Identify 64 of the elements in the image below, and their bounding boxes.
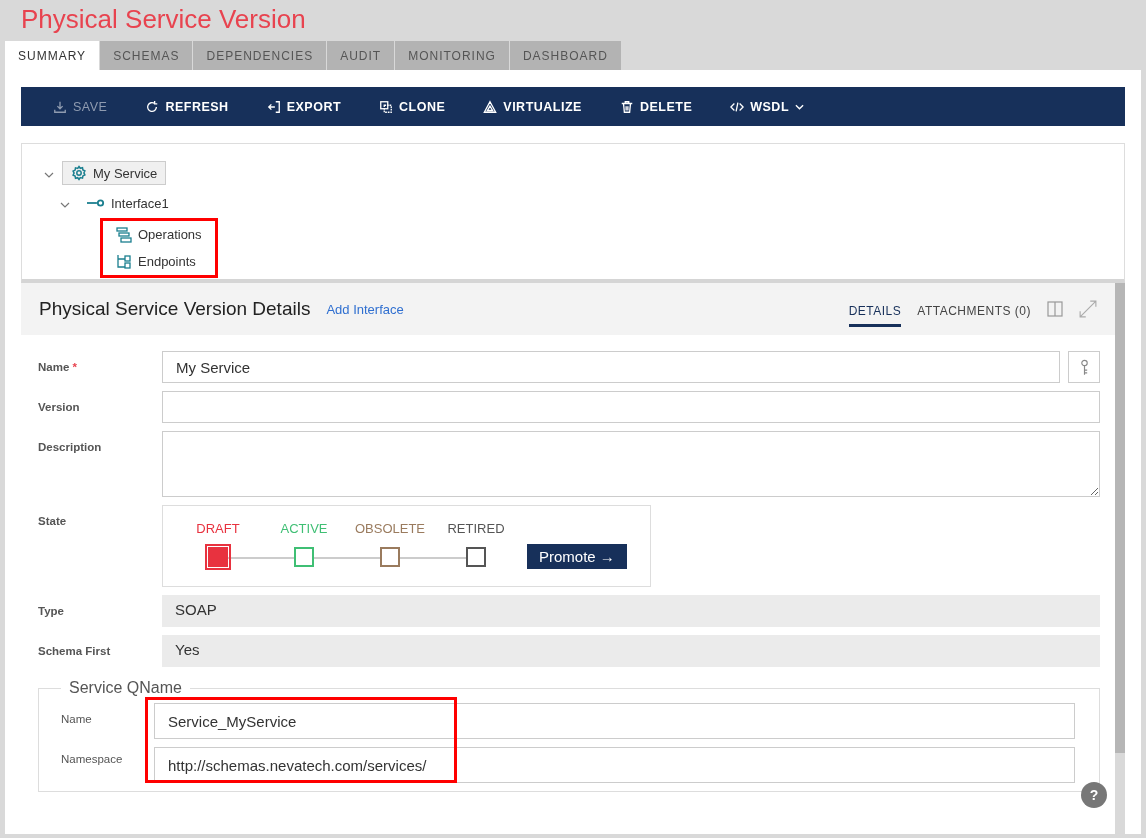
chevron-icon[interactable] [60,201,70,208]
field-label: State [38,515,67,527]
state-label: OBSOLETE [354,521,426,538]
tree-item[interactable]: My Service [62,161,167,185]
promote-button[interactable]: Promote → [527,544,627,569]
tree-item[interactable]: Operations [107,222,211,247]
text-area[interactable] [162,431,1100,497]
gear-icon [71,165,87,181]
tree-item[interactable]: Endpoints [107,249,205,274]
text-field[interactable] [162,391,1100,423]
field-label: Namespace [61,752,124,767]
field-label: Name [38,361,70,373]
text-field[interactable]: My Service [162,351,1060,383]
details-title: Physical Service Version Details [39,298,311,320]
state-label: RETIRED [447,521,505,538]
field-label: Name [61,712,93,727]
state-label: DRAFT [196,521,240,538]
toolbar-button[interactable]: WSDL [730,99,805,114]
field-label: Schema First [38,645,111,657]
field-label: Type [38,605,64,617]
details-tab[interactable]: ATTACHMENTS (0) [917,291,1031,327]
split-view-icon[interactable] [1047,301,1063,317]
readonly-field: Yes [162,635,1100,667]
tab[interactable]: DEPENDENCIES [193,41,327,70]
tab[interactable]: DASHBOARD [509,41,621,70]
triangle-icon [483,99,498,114]
tab[interactable]: SUMMARY [5,41,100,70]
hierarchy-icon [116,253,132,270]
toolbar-button[interactable]: DELETE [619,99,693,114]
tab[interactable]: SCHEMAS [100,41,193,70]
toolbar-button[interactable]: VIRTUALIZE [483,99,582,114]
chevron-icon[interactable] [44,171,54,178]
field-label: Description [38,441,102,453]
details-tab[interactable]: DETAILS [848,291,902,327]
state-marker[interactable] [294,547,314,567]
interface-icon [87,198,105,208]
text-field[interactable]: http://schemas.nevatech.com/services/ [154,747,1075,783]
tree-item[interactable]: Interface1 [78,191,178,215]
toolbar-button[interactable]: REFRESH [145,99,229,114]
state-label: ACTIVE [280,521,328,538]
export-icon [266,99,281,114]
stacked-list-icon [116,226,132,243]
required-mark: * [72,361,77,373]
toolbar-button[interactable]: EXPORT [266,99,342,114]
expand-icon[interactable] [1079,300,1097,318]
page-title: Physical Service Version [20,3,307,36]
state-marker[interactable] [466,547,486,567]
field-label: Version [38,401,80,413]
toolbar-button[interactable]: CLONE [379,99,446,114]
key-icon [1079,358,1089,376]
caret-icon [795,103,805,110]
key-button[interactable] [1068,351,1100,383]
tab[interactable]: AUDIT [327,41,395,70]
readonly-field: SOAP [162,595,1100,627]
download-icon [53,99,67,114]
refresh-icon [145,99,160,114]
add-interface-link[interactable]: Add Interface [326,301,404,317]
state-marker[interactable] [380,547,400,567]
tab[interactable]: MONITORING [395,41,509,70]
trash-icon [619,99,634,114]
group-legend: Service QName [61,679,190,697]
text-field[interactable]: Service_MyService [154,703,1075,739]
state-marker[interactable] [208,547,228,567]
copy-icon [379,99,394,114]
